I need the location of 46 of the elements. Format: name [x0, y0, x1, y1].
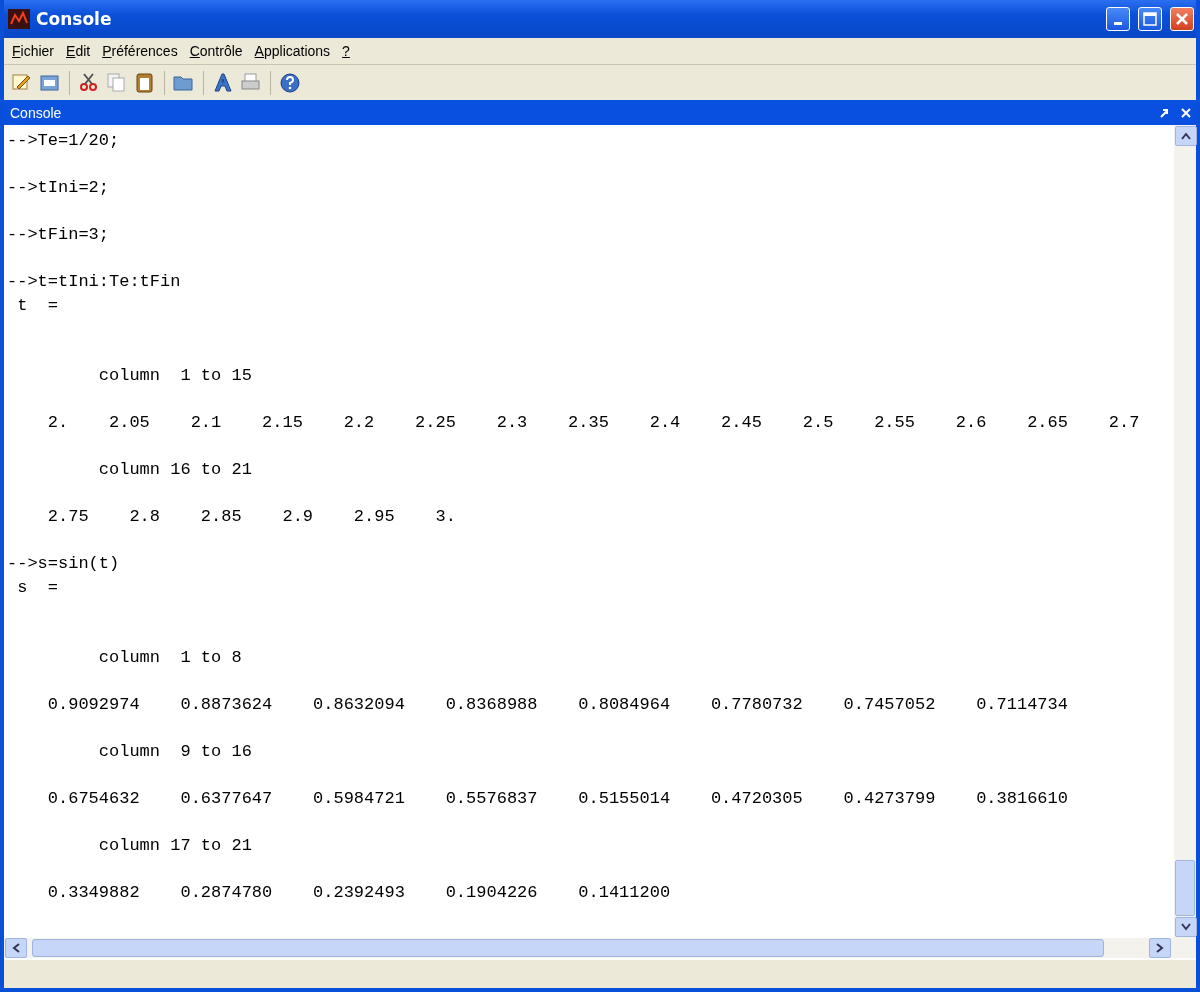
window-title: Console — [36, 9, 112, 29]
scrollbar-thumb[interactable] — [1175, 860, 1195, 916]
scrollbar-thumb[interactable] — [32, 939, 1104, 957]
console-line: 0.3349882 0.2874780 0.2392493 0.1904226 0.1411200 — [46, 882, 672, 904]
console-line: 2. 2.05 2.1 2.15 2.2 2.25 2.3 2.35 2.4 2.45 2.5 2.55 2.6 2.65 2.7 — [46, 412, 1141, 434]
console-line: 0.6754632 0.6377647 0.5984721 0.5576837 0.5155014 0.4720305 0.4273799 0.3816610 — [46, 788, 1069, 810]
scroll-down-button[interactable] — [1175, 917, 1197, 937]
console-line: -->Te=1/20; — [7, 130, 121, 152]
maximize-button[interactable] — [1138, 7, 1162, 31]
console-line: column 1 to 8 — [97, 647, 243, 669]
console-line: column 1 to 15 — [97, 365, 253, 387]
close-button[interactable] — [1170, 7, 1194, 31]
console-line: column 16 to 21 — [97, 459, 253, 481]
console-line: t = — [16, 294, 59, 317]
panel-title: Console — [10, 104, 62, 121]
console-line: -->tFin=3; — [7, 224, 111, 246]
scroll-right-button[interactable] — [1149, 938, 1171, 958]
menu-item[interactable]: Applications — [250, 41, 335, 61]
console-line: column 17 to 21 — [97, 835, 253, 857]
console-line: column 9 to 16 — [97, 741, 253, 763]
console-line: -->tIni=2; — [7, 177, 111, 199]
menu-item[interactable]: Fichier — [8, 41, 59, 61]
help-icon[interactable] — [278, 70, 302, 95]
menu-item[interactable]: Contrôle — [185, 41, 247, 61]
minimize-button[interactable] — [1106, 7, 1130, 31]
menu-item[interactable]: Préférences — [98, 41, 182, 61]
scroll-left-button[interactable] — [5, 938, 27, 958]
close-icon[interactable] — [1180, 106, 1192, 119]
undock-icon[interactable] — [1158, 106, 1170, 119]
chevron-up-icon — [1181, 132, 1191, 140]
minimize-icon — [1114, 21, 1122, 25]
console-line: s = — [16, 576, 59, 599]
font-icon[interactable] — [211, 70, 235, 95]
maximize-icon — [1143, 12, 1157, 26]
menu-item[interactable]: Edit — [62, 41, 95, 61]
console-line: 0.9092974 0.8873624 0.8632094 0.8368988 0.8084964 0.7780732 0.7457052 0.7114734 — [46, 694, 1069, 716]
scroll-up-button[interactable] — [1175, 126, 1197, 146]
console-line: 2.75 2.8 2.85 2.9 2.95 3. — [46, 506, 457, 528]
console-line: -->s=sin(t) — [7, 553, 121, 575]
chevron-right-icon — [1156, 943, 1164, 953]
app-icon — [8, 9, 30, 29]
chevron-left-icon — [12, 943, 20, 953]
console-line: -->t=tIni:Te:tFin — [7, 271, 182, 293]
close-icon — [1175, 12, 1189, 26]
chevron-down-icon — [1181, 923, 1191, 931]
menu-item[interactable]: ? — [338, 41, 354, 61]
